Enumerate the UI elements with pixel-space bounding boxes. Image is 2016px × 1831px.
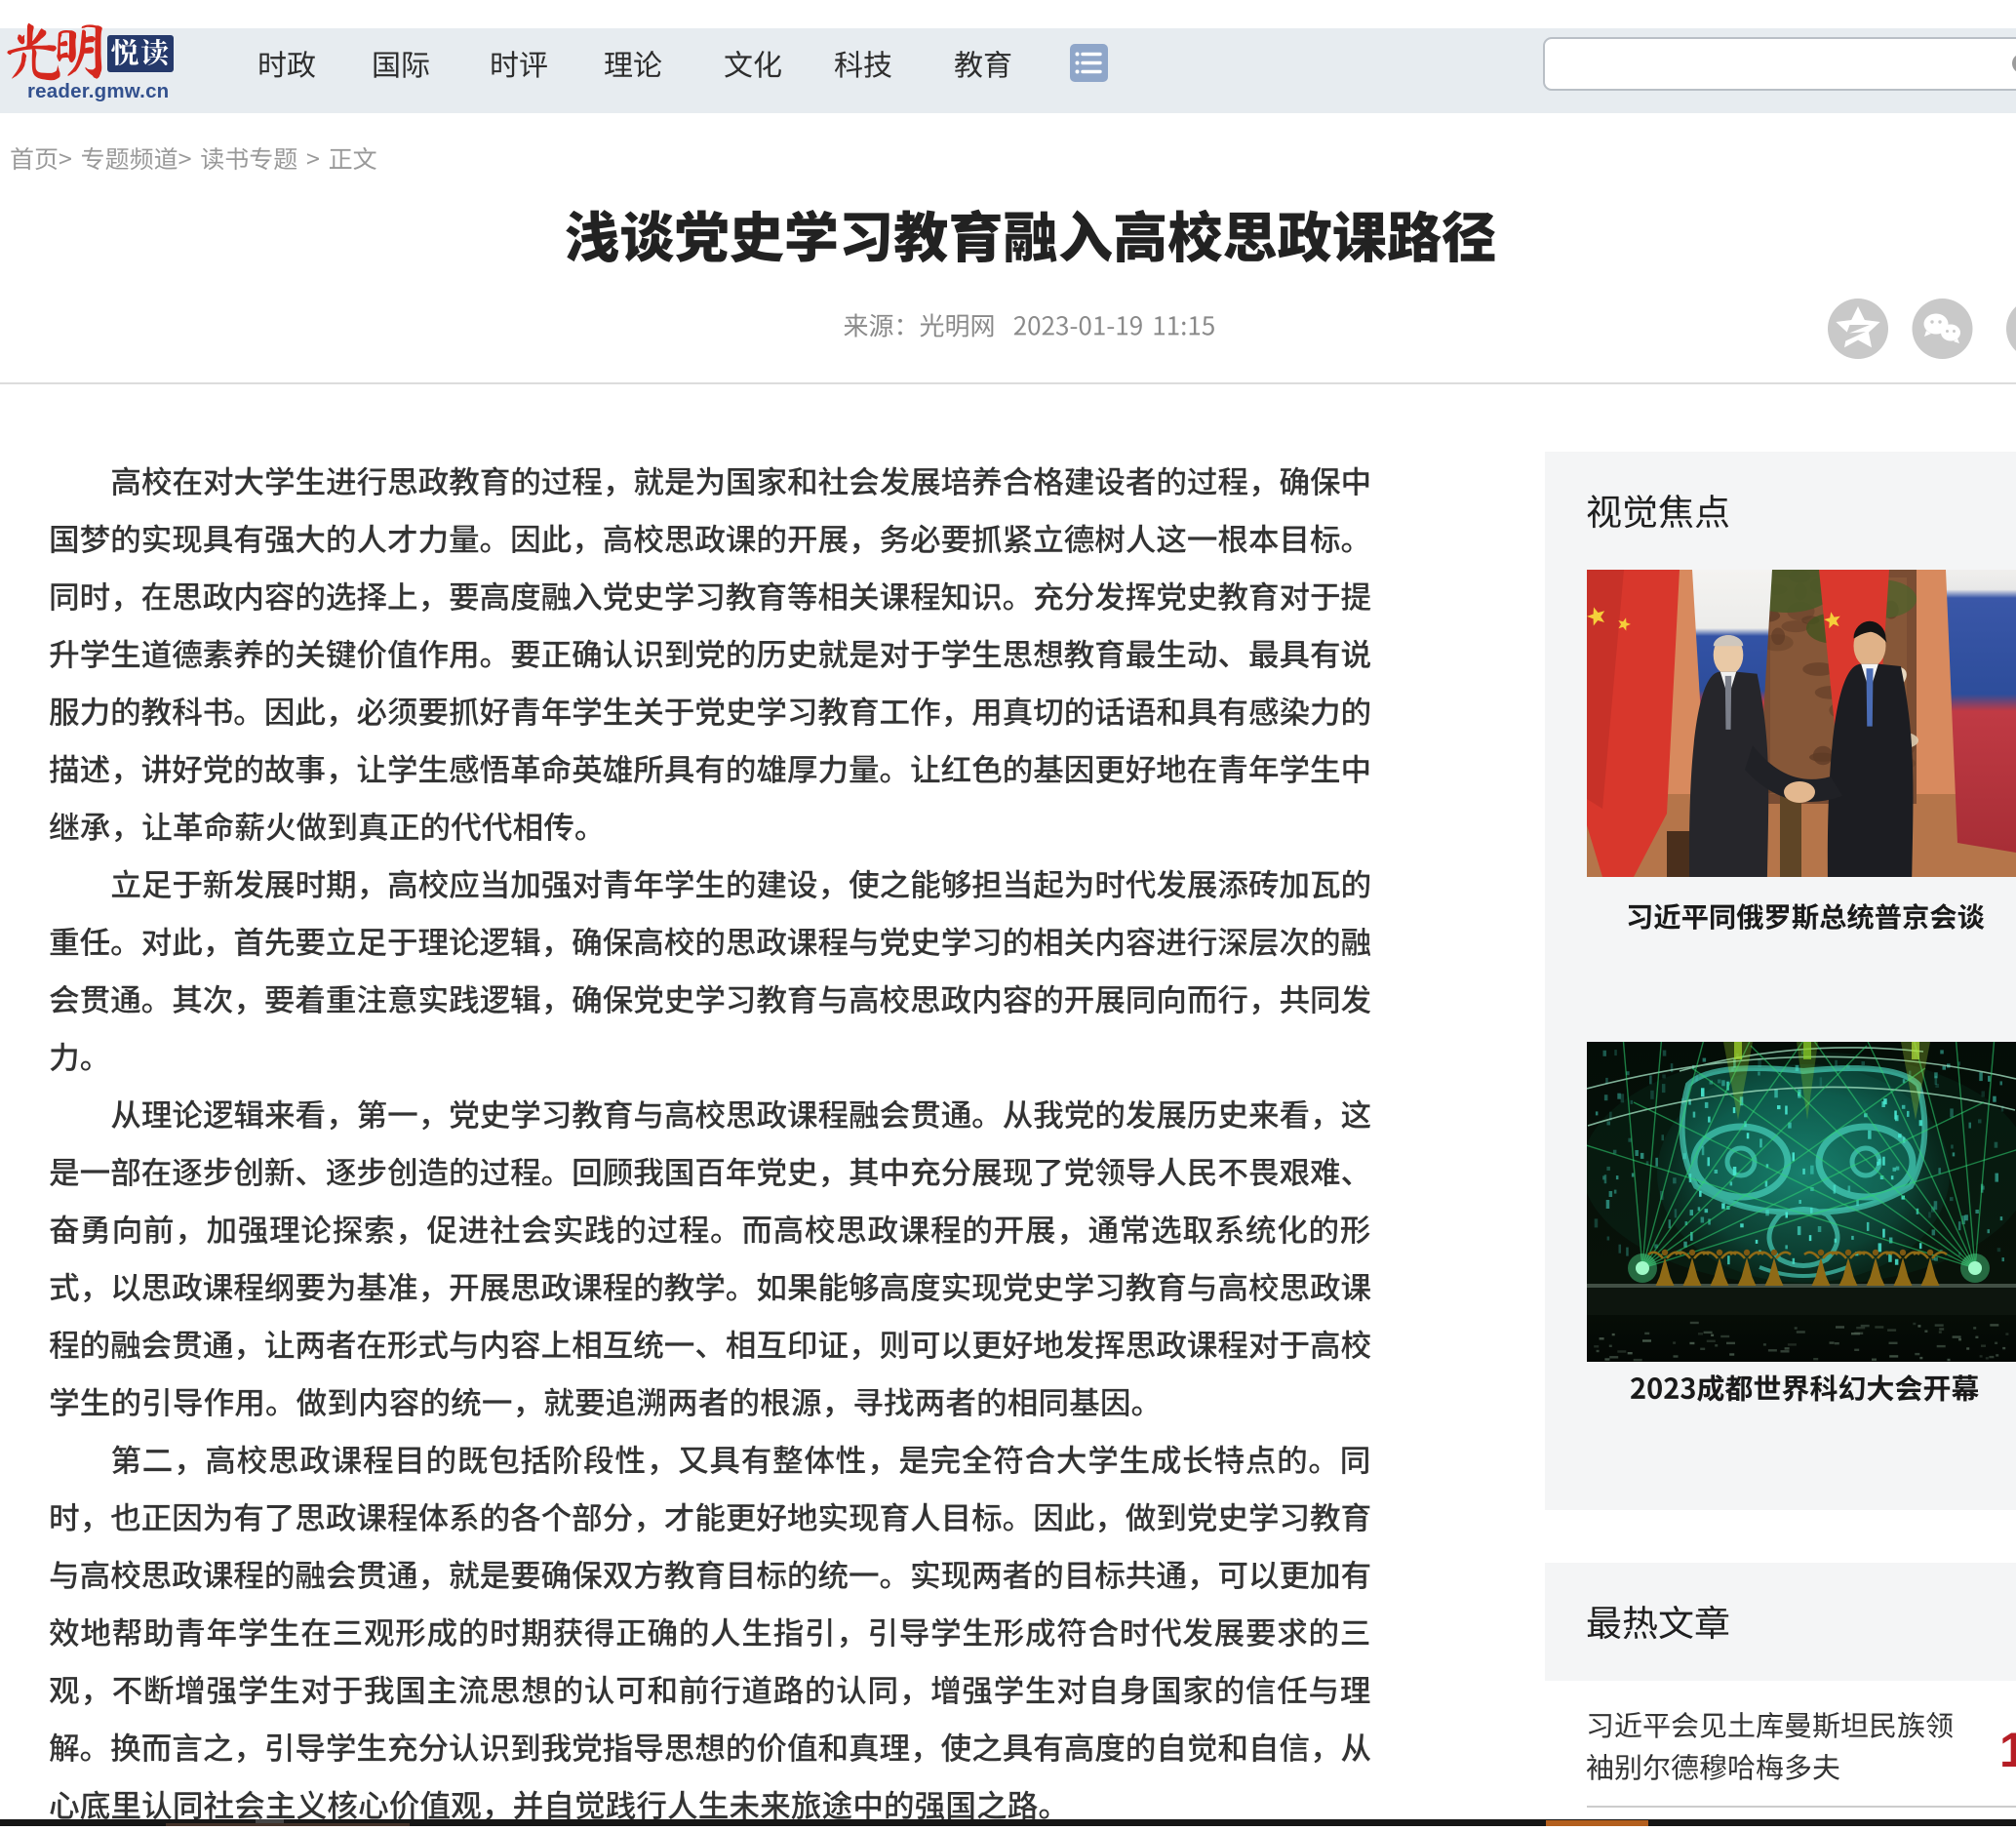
svg-text:reader.gmw.cn: reader.gmw.cn xyxy=(27,80,169,102)
svg-text:1: 1 xyxy=(1999,1723,2016,1777)
